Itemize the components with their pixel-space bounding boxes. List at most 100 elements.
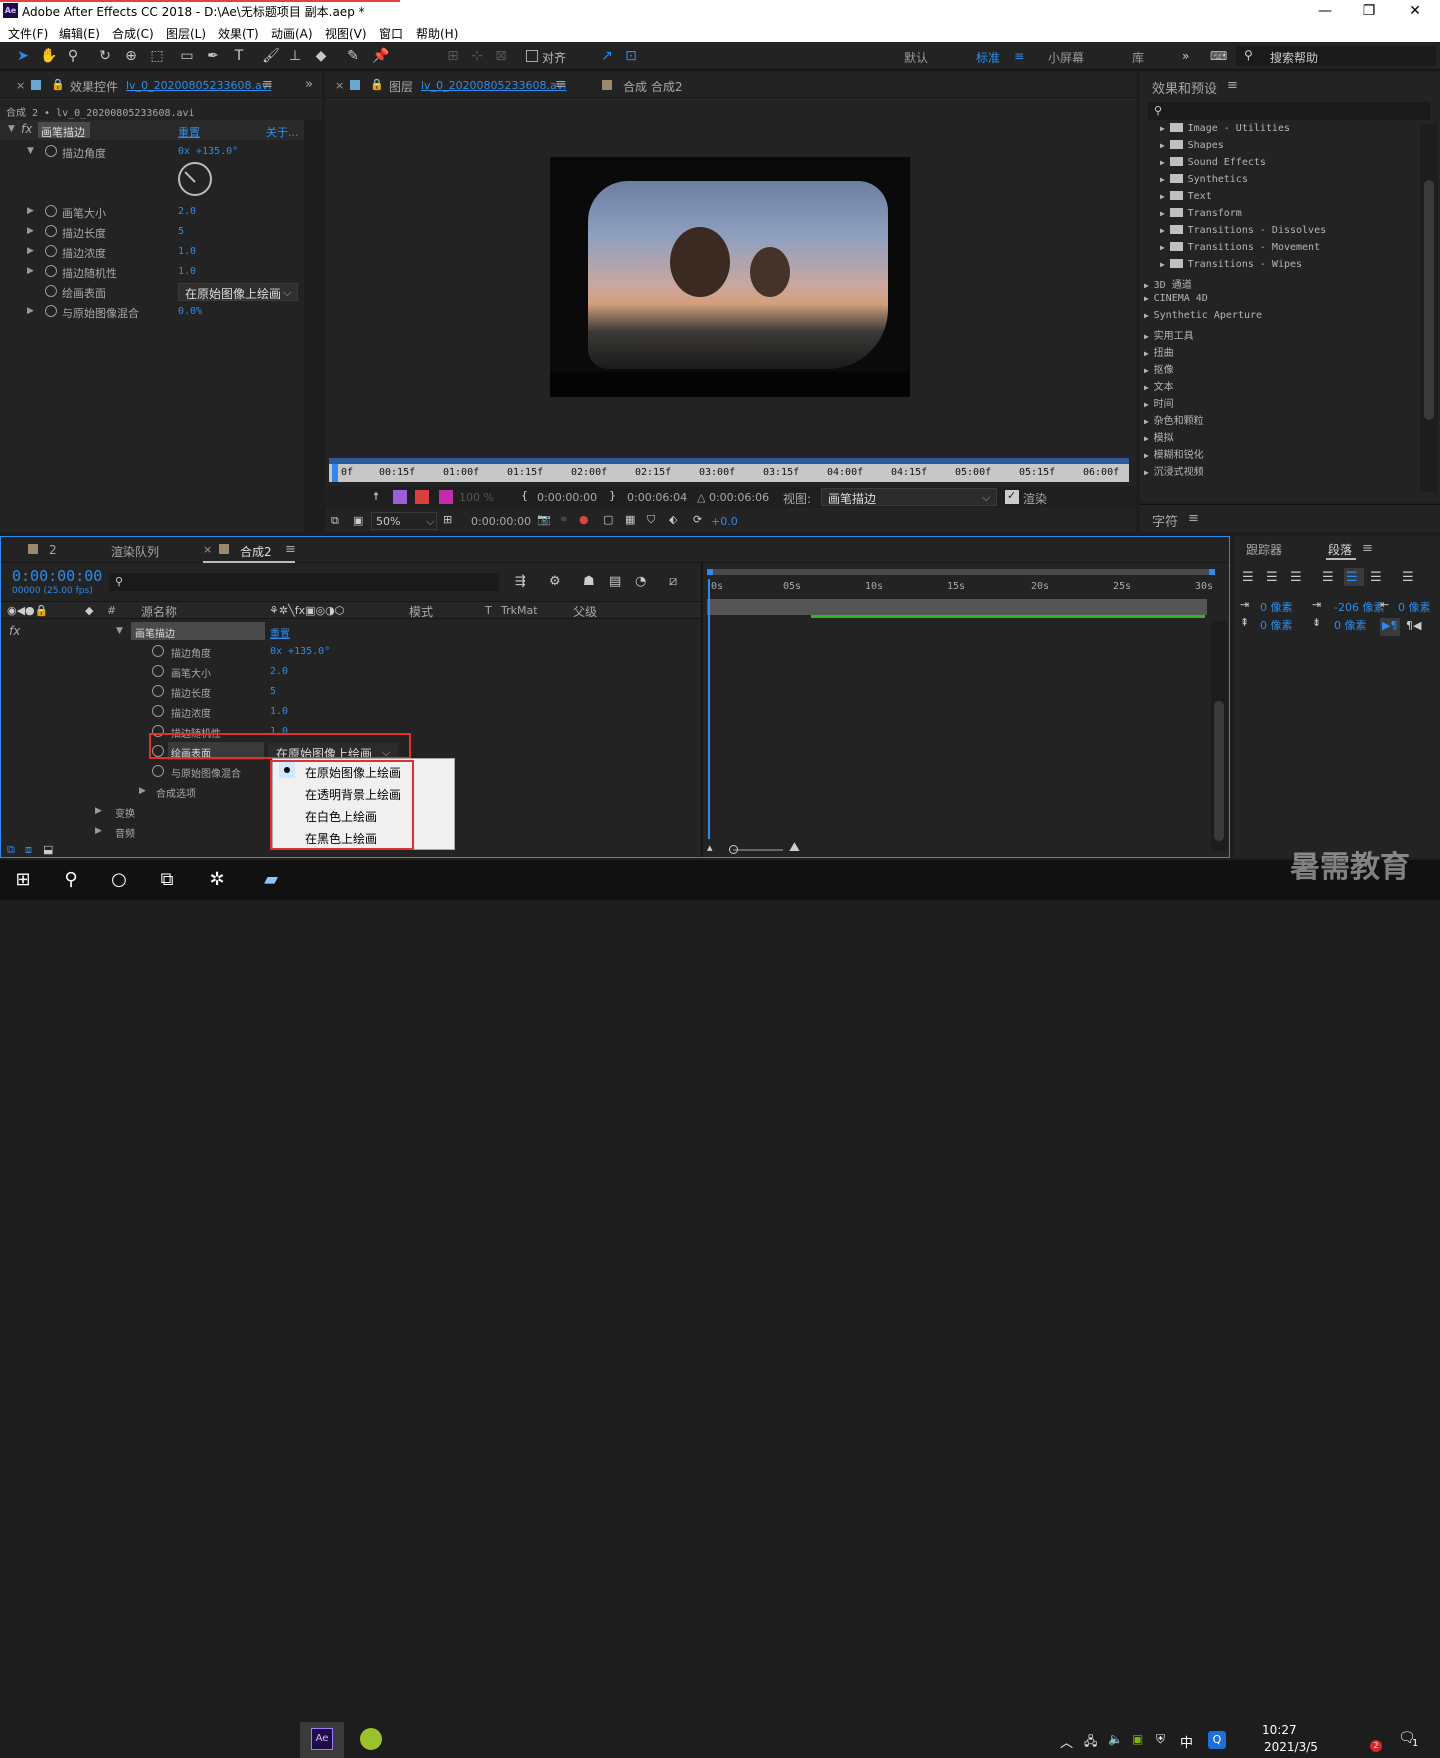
layer-tab[interactable]: 图层	[389, 78, 413, 95]
space-before-value[interactable]: 0 像素	[1260, 617, 1293, 633]
expand-arrow-icon[interactable]: ▶	[27, 206, 34, 216]
effect-controls-layer[interactable]: lv_0_20200805233608.avi	[126, 79, 271, 92]
menu-view[interactable]: 视图(V)	[325, 25, 367, 42]
expand-layer-icon[interactable]: ⧉	[7, 843, 15, 857]
expand-arrow-icon[interactable]: ▶	[1144, 332, 1154, 341]
timeline-scrollbar[interactable]	[1211, 621, 1227, 851]
tray-date[interactable]: 2021/3/5	[1264, 1740, 1318, 1754]
zoom-tool-icon[interactable]: ⚲	[64, 47, 82, 65]
video-frame[interactable]	[550, 157, 910, 397]
color-swatch-icon[interactable]	[439, 490, 453, 504]
justify-last-center-icon[interactable]: ☰	[1346, 570, 1358, 585]
character-tab[interactable]: 字符	[1152, 511, 1178, 530]
timeline-divider[interactable]	[701, 563, 703, 857]
panel-menu-icon[interactable]: ≡	[555, 77, 566, 92]
minimize-button[interactable]: —	[1302, 1, 1348, 21]
effects-list-item[interactable]: ▶ 抠像	[1144, 361, 1174, 376]
workspace-default[interactable]: 默认	[904, 49, 928, 66]
stopwatch-icon[interactable]	[152, 685, 164, 697]
effects-list-item[interactable]: ▶ 杂色和颗粒	[1144, 412, 1204, 427]
nvidia-icon[interactable]: ▣	[1132, 1732, 1143, 1746]
expand-timing-icon[interactable]: ⬓	[43, 843, 53, 856]
expand-arrow-icon[interactable]: ▶	[95, 806, 102, 816]
time-out[interactable]: 0:00:06:04	[627, 491, 687, 504]
pen-tool-icon[interactable]: ✒	[204, 47, 222, 65]
view-dropdown[interactable]: 画笔描边 ⌵	[821, 488, 997, 506]
switches-header-icons[interactable]: ⚘✲╲fx▣◎◑⬡	[269, 604, 344, 617]
layer-tab-file[interactable]: lv_0_20200805233608.avi	[421, 79, 566, 92]
viewer-time-ruler[interactable]: 0f 00:15f 01:00f 01:15f 02:00f 02:15f 03…	[329, 464, 1129, 482]
ime-indicator[interactable]: 中	[1180, 1732, 1193, 1751]
panel-menu-icon[interactable]: ≡	[1227, 78, 1238, 93]
effects-scrollbar[interactable]	[1420, 124, 1438, 492]
in-point-icon[interactable]	[393, 490, 407, 504]
workspace-small-screen[interactable]: 小屏幕	[1048, 49, 1084, 66]
effects-list-item[interactable]: ▶ 沉浸式视频	[1144, 463, 1204, 478]
flowchart-icon[interactable]: ⬖	[669, 513, 677, 526]
app-notes-icon[interactable]: ▰	[256, 866, 286, 894]
volume-icon[interactable]: 🔈	[1108, 1732, 1123, 1746]
restore-button[interactable]: ❐	[1346, 1, 1392, 21]
expand-arrow-icon[interactable]: ▶	[1144, 281, 1154, 290]
sync-settings-icon[interactable]: ⌨	[1210, 49, 1227, 63]
effects-list-item[interactable]: ▶ 文本	[1144, 378, 1174, 393]
fx-icon[interactable]: fx	[21, 122, 32, 136]
out-point-icon[interactable]	[415, 490, 429, 504]
panel-menu-icon[interactable]: ≡	[1362, 541, 1373, 556]
workspace-library[interactable]: 库	[1132, 49, 1144, 66]
effects-list-item[interactable]: ▶ Transitions - Dissolves	[1160, 225, 1326, 236]
effects-scroll-thumb[interactable]	[1424, 180, 1434, 420]
menu-edit[interactable]: 编辑(E)	[59, 25, 100, 42]
security-icon[interactable]: ⛨	[1156, 1732, 1165, 1747]
tl-reset-link[interactable]: 重置	[270, 625, 290, 640]
ec-prop-value[interactable]: 2.0	[178, 206, 196, 217]
cortana-icon[interactable]: ○	[104, 866, 134, 894]
mask-icon[interactable]: ⛉	[647, 513, 655, 527]
ec-prop-value[interactable]: 0x +135.0°	[178, 146, 238, 157]
effects-list-item[interactable]: ▶ Text	[1160, 191, 1212, 202]
space-after-value[interactable]: 0 像素	[1334, 617, 1367, 633]
ec-effect-row[interactable]: ▼ fx 画笔描边 重置 关于...	[0, 120, 304, 140]
expand-arrow-icon[interactable]: ▶	[27, 306, 34, 316]
effects-list-item[interactable]: ▶ CINEMA 4D	[1144, 293, 1208, 304]
local-axis-icon[interactable]: ⊞	[444, 47, 462, 65]
stopwatch-icon[interactable]	[45, 285, 57, 297]
tl-prop-value[interactable]: 1.0	[270, 706, 288, 717]
tracker-tab[interactable]: 跟踪器	[1246, 541, 1282, 558]
stopwatch-icon[interactable]	[45, 205, 57, 217]
stopwatch-icon[interactable]	[45, 145, 57, 157]
menu-window[interactable]: 窗口	[379, 25, 403, 42]
world-axis-icon[interactable]: ⊹	[468, 47, 486, 65]
effects-list-item[interactable]: ▶ Shapes	[1160, 140, 1224, 151]
expand-arrow-icon[interactable]: ▶	[1144, 468, 1154, 477]
align-center-icon[interactable]: ☰	[1266, 570, 1278, 585]
indent-left-value[interactable]: 0 像素	[1260, 599, 1293, 615]
app-green-icon[interactable]	[360, 1728, 382, 1750]
shy-icon[interactable]: ☗	[583, 574, 595, 589]
align-right-icon[interactable]: ☰	[1290, 570, 1302, 585]
effects-list-item[interactable]: ▶ Synthetic Aperture	[1144, 310, 1262, 321]
expand-arrow-icon[interactable]: ▶	[1160, 226, 1170, 235]
expand-arrow-icon[interactable]: ▶	[1144, 366, 1154, 375]
justify-last-left-icon[interactable]: ☰	[1322, 570, 1334, 585]
qq-icon[interactable]: Q	[1208, 1731, 1226, 1749]
expand-arrow-icon[interactable]: ▶	[1160, 209, 1170, 218]
ltr-direction-icon[interactable]: ▶¶	[1382, 619, 1397, 632]
ec-surface-dropdown[interactable]: 在原始图像上绘画 ⌵	[178, 283, 298, 301]
effects-list-item[interactable]: ▶ 扭曲	[1144, 344, 1174, 359]
help-search-box[interactable]: ⚲ 搜索帮助	[1236, 46, 1436, 66]
task-view-icon[interactable]: ⧉	[152, 866, 182, 894]
view-axis-icon[interactable]: ⊠	[492, 47, 510, 65]
selection-tool-icon[interactable]: ➤	[14, 47, 32, 65]
roi-icon[interactable]: ▢	[603, 513, 613, 526]
tl-prop-value[interactable]: 0x +135.0°	[270, 646, 330, 657]
current-time[interactable]: 0:00:00:00	[471, 515, 531, 528]
expand-arrow-icon[interactable]: ▶	[1160, 175, 1170, 184]
ec-prop-value[interactable]: 5	[178, 226, 184, 237]
ec-prop-value[interactable]: 1.0	[178, 266, 196, 277]
effects-list-item[interactable]: ▶ Transform	[1160, 208, 1242, 219]
stopwatch-icon[interactable]	[45, 305, 57, 317]
fx-icon[interactable]: fx	[9, 624, 20, 638]
tab-comp-main[interactable]: 合成2	[240, 543, 272, 560]
hand-tool-icon[interactable]: ✋	[40, 47, 58, 65]
